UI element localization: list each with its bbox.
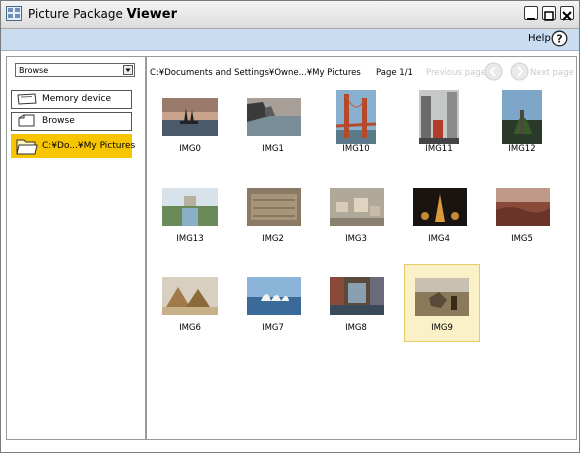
thumbnail-pane: C:¥Documents and Settings¥Owne...¥My Pic…: [146, 56, 577, 440]
thumbnail-image: [415, 278, 469, 316]
title-regular: Picture Package: [28, 7, 123, 21]
thumbnail-image: [330, 277, 384, 315]
maximize-button[interactable]: [542, 6, 556, 21]
app-window: Picture Package Viewer Help ? Browse Mem…: [0, 0, 580, 453]
thumbnail-image: [419, 90, 459, 144]
browse-icon: [18, 114, 35, 127]
help-label[interactable]: Help: [528, 33, 551, 44]
thumbnail-img3[interactable]: IMG3: [318, 176, 394, 254]
next-page-icon[interactable]: [510, 62, 529, 81]
title-bar: Picture Package Viewer: [1, 1, 579, 29]
sidebar-item-browse[interactable]: Browse: [11, 112, 132, 131]
close-button[interactable]: [560, 6, 574, 21]
thumbnail-image: [336, 90, 376, 144]
thumbnail-image: [502, 90, 542, 144]
dropdown-value: Browse: [19, 66, 49, 75]
thumbnail-label: IMG2: [262, 234, 284, 244]
sidebar-item-label: C:¥Do...¥My Pictures: [42, 141, 136, 151]
thumbnail-label: IMG5: [511, 234, 533, 244]
thumbnail-img1[interactable]: IMG1: [235, 86, 311, 164]
thumbnail-img11[interactable]: IMG11: [401, 86, 477, 164]
thumbnail-label: IMG0: [179, 144, 201, 154]
minimize-icon: [527, 18, 535, 20]
thumbnail-image: [162, 277, 218, 315]
previous-page-icon[interactable]: [484, 62, 503, 81]
menu-bar: Help ?: [1, 29, 579, 51]
previous-page-label: Previous page: [426, 68, 486, 78]
thumbnail-image: [162, 98, 218, 136]
thumbnail-img0[interactable]: IMG0: [152, 86, 228, 164]
thumbnail-label: IMG10: [342, 144, 370, 154]
thumbnail-image: [330, 188, 384, 226]
thumbnail-label: IMG1: [262, 144, 284, 154]
folder-icon: [16, 139, 38, 155]
window-title: Picture Package Viewer: [28, 7, 177, 22]
thumbnail-image: [247, 188, 301, 226]
thumbnail-label: IMG9: [431, 323, 453, 333]
memory-device-icon: [17, 93, 37, 105]
thumbnail-label: IMG4: [428, 234, 450, 244]
sidebar-item-my-pictures[interactable]: C:¥Do...¥My Pictures: [11, 134, 136, 158]
thumbnail-label: IMG7: [262, 323, 284, 333]
sidebar-item-memory-device[interactable]: Memory device: [11, 90, 132, 109]
thumbnail-image: [247, 98, 301, 136]
thumbnail-img2[interactable]: IMG2: [235, 176, 311, 254]
thumbnail-image: [496, 188, 550, 226]
minimize-button[interactable]: [524, 6, 538, 20]
chevron-down-icon[interactable]: [123, 65, 133, 75]
thumbnail-image: [413, 188, 467, 226]
thumbnail-label: IMG12: [508, 144, 536, 154]
thumbnail-image: [162, 188, 218, 226]
svg-text:?: ?: [556, 33, 562, 46]
help-icon[interactable]: ?: [551, 30, 568, 47]
thumbnail-img13[interactable]: IMG13: [152, 176, 228, 254]
picture-package-icon: [6, 6, 22, 21]
sidebar: Browse Memory device Browse C:¥Do...¥My …: [6, 56, 146, 440]
thumbnail-img5[interactable]: IMG5: [484, 176, 560, 254]
thumbnail-label: IMG11: [425, 144, 453, 154]
next-page-label: Next page: [530, 68, 574, 78]
thumbnail-img10[interactable]: IMG10: [318, 86, 394, 164]
thumbnail-image: [247, 277, 301, 315]
sidebar-item-label: Browse: [42, 116, 75, 126]
page-indicator: Page 1/1: [376, 68, 413, 78]
thumbnail-img4[interactable]: IMG4: [401, 176, 477, 254]
thumbnail-img7[interactable]: IMG7: [235, 265, 311, 343]
thumbnail-img12[interactable]: IMG12: [484, 86, 560, 164]
thumbnail-img6[interactable]: IMG6: [152, 265, 228, 343]
thumbnail-img9[interactable]: IMG9: [404, 264, 480, 342]
folder-path: C:¥Documents and Settings¥Owne...¥My Pic…: [150, 68, 361, 78]
sidebar-item-label: Memory device: [42, 94, 112, 104]
thumbnail-label: IMG8: [345, 323, 367, 333]
thumbnail-label: IMG13: [176, 234, 204, 244]
location-dropdown[interactable]: Browse: [15, 63, 135, 77]
close-icon: [562, 11, 572, 21]
thumbnail-img8[interactable]: IMG8: [318, 265, 394, 343]
thumbnail-label: IMG6: [179, 323, 201, 333]
maximize-icon: [544, 11, 554, 21]
thumbnail-label: IMG3: [345, 234, 367, 244]
title-bold: Viewer: [126, 7, 177, 22]
